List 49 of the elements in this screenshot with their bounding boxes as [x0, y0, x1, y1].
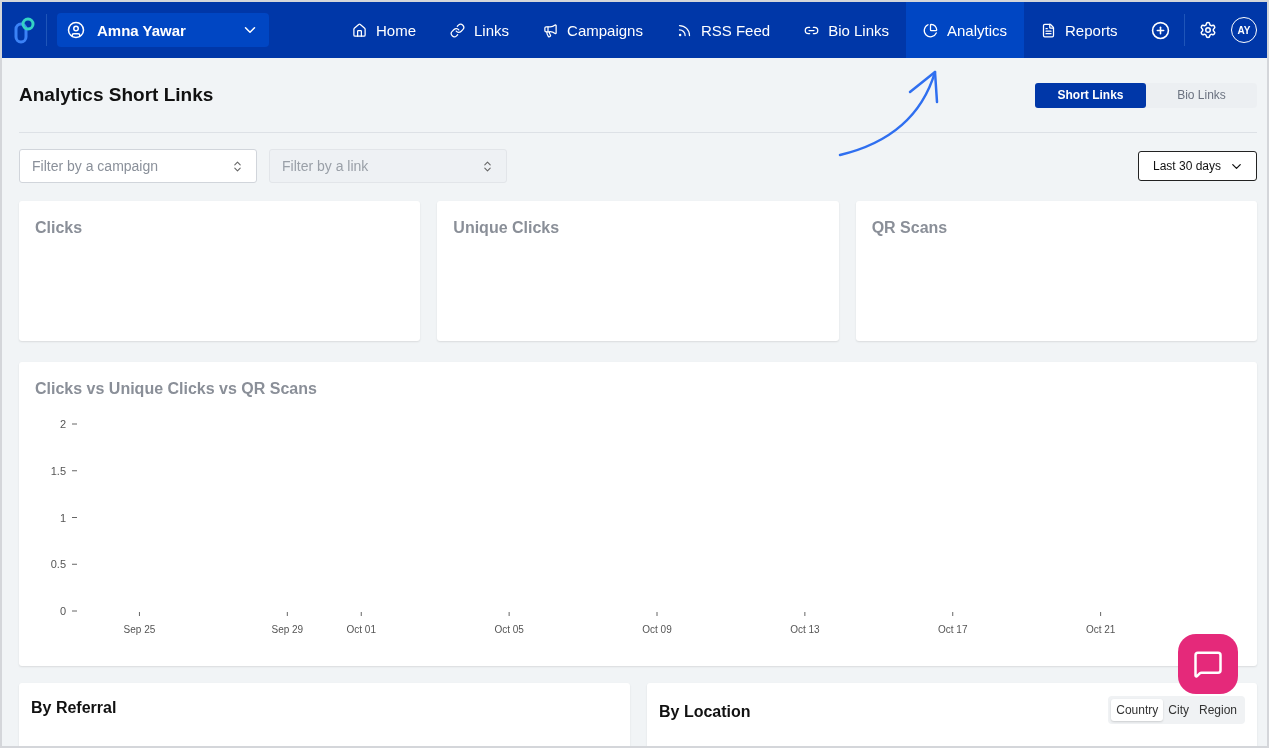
nav-item[interactable]: Links — [433, 2, 527, 58]
chat-button[interactable] — [1178, 634, 1238, 694]
chart-title: Clicks vs Unique Clicks vs QR Scans — [35, 380, 318, 398]
megaphone-icon — [543, 22, 559, 38]
nav-item[interactable]: Home — [335, 2, 433, 58]
y-tick-label: 1.5 — [50, 464, 66, 477]
nav-item[interactable]: Campaigns — [526, 2, 660, 58]
account-selector[interactable]: Amna Yawar — [57, 13, 269, 47]
location-tab[interactable]: City — [1163, 699, 1194, 721]
add-icon[interactable] — [1151, 20, 1170, 40]
nav-item[interactable]: Reports — [1024, 2, 1135, 58]
y-tick-label: 1 — [59, 511, 66, 524]
nav-item[interactable]: RSS Feed — [659, 2, 788, 58]
x-tick-label: Oct 17 — [938, 624, 968, 635]
view-toggle-button[interactable]: Short Links — [1035, 82, 1146, 108]
page-title: Analytics Short Links — [19, 84, 214, 106]
x-tick-label: Oct 01 — [346, 624, 377, 635]
chat-icon — [1193, 649, 1223, 679]
date-range-dropdown[interactable]: Last 30 days — [1137, 151, 1257, 181]
y-tick-label: 2 — [59, 418, 66, 430]
nav-item[interactable]: Analytics — [906, 2, 1025, 58]
rss-icon — [676, 22, 692, 38]
up-down-icon — [231, 159, 244, 173]
x-tick-label: Sep 25 — [123, 624, 156, 635]
y-tick-label: 0.5 — [50, 558, 66, 571]
document-icon — [1041, 22, 1057, 38]
home-icon — [352, 22, 367, 38]
pie-chart-icon — [923, 22, 938, 38]
user-icon — [67, 21, 85, 39]
location-tab[interactable]: Region — [1193, 699, 1242, 721]
x-tick-label: Oct 05 — [494, 624, 525, 635]
y-tick-label: 0 — [59, 605, 66, 617]
y-axis: 0 0.5 1 1.5 2 — [50, 418, 78, 617]
panel-title: By Referral — [31, 699, 117, 717]
settings-icon[interactable] — [1199, 21, 1217, 39]
card-title: Unique Clicks — [453, 219, 560, 236]
x-tick-label: Oct 21 — [1085, 624, 1116, 635]
location-tab[interactable]: Country — [1111, 699, 1164, 721]
logo-icon[interactable] — [14, 16, 36, 44]
panel-title: By Location — [659, 703, 751, 721]
card-title: QR Scans — [871, 219, 948, 236]
view-toggle-button[interactable]: Bio Links — [1146, 82, 1257, 108]
card-title: Clicks — [35, 219, 83, 236]
nav-item[interactable]: Bio Links — [787, 2, 906, 58]
link-icon — [450, 22, 465, 38]
x-tick-label: Sep 29 — [271, 624, 304, 635]
up-down-icon — [481, 159, 494, 173]
x-tick-label: Oct 13 — [790, 624, 821, 635]
x-tick-label: Oct 09 — [642, 624, 673, 635]
